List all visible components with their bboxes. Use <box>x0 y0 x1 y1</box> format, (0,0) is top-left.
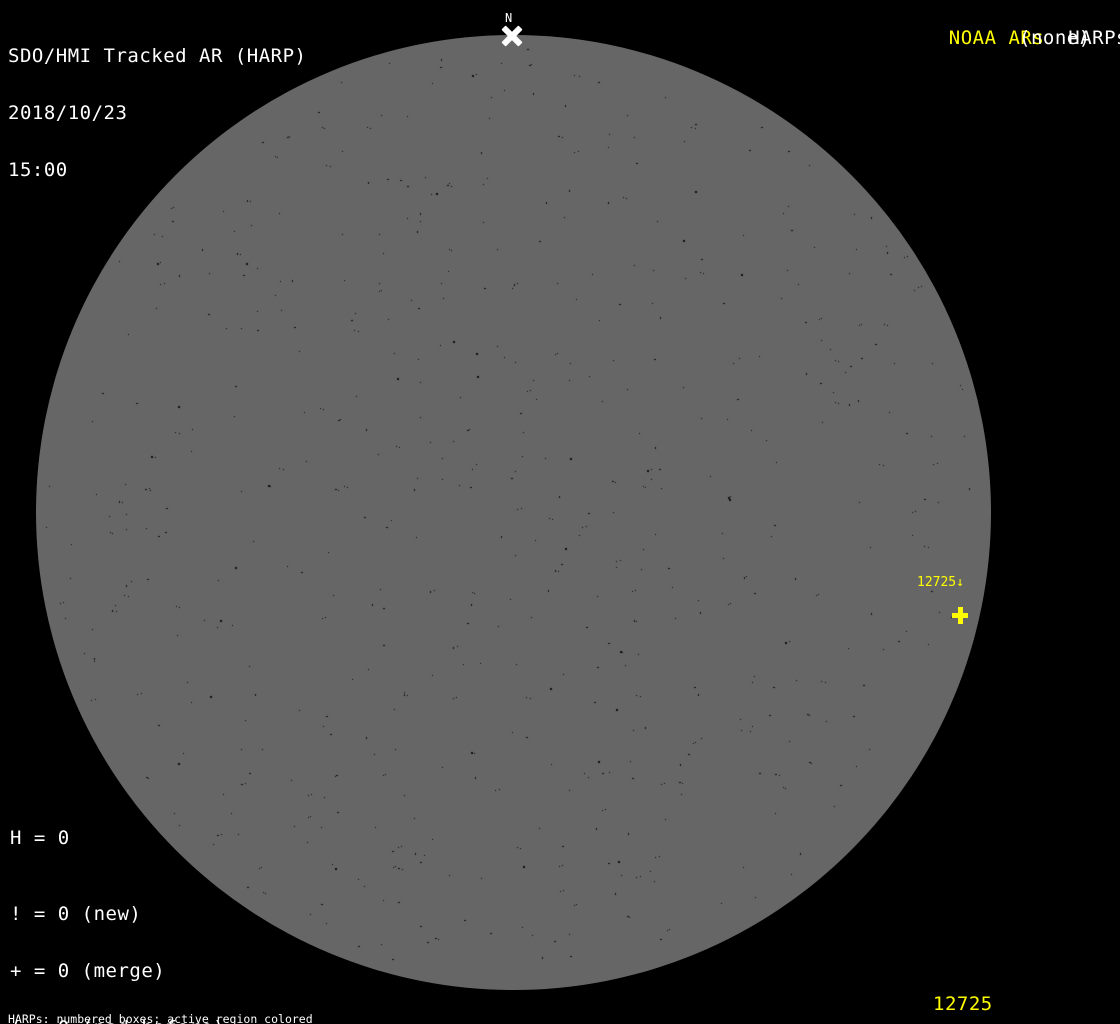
footer-ar-number: 12725 <box>933 995 993 1014</box>
legend-h-count: H = 0 <box>10 829 70 848</box>
legend-entry-merge: + = 0 (merge) <box>10 962 237 981</box>
time-label: 15:00 <box>8 161 306 180</box>
footnotes: HARPs: numbered boxes; active region col… <box>8 989 410 1024</box>
title-block: SDO/HMI Tracked AR (HARP) 2018/10/23 15:… <box>8 9 306 218</box>
harps-value: (none) <box>1019 29 1091 48</box>
footnote-harps: HARPs: numbered boxes; active region col… <box>8 1013 410 1024</box>
cross-vertical-bar <box>958 607 963 624</box>
north-label: N <box>505 12 512 24</box>
solar-disk-view: SDO/HMI Tracked AR (HARP) 2018/10/23 15:… <box>0 0 1120 1024</box>
date-label: 2018/10/23 <box>8 104 306 123</box>
app-title: SDO/HMI Tracked AR (HARP) <box>8 47 306 66</box>
legend-entry-new: ! = 0 (new) <box>10 905 237 924</box>
noaa-ar-label: 12725↓ <box>917 576 964 589</box>
north-pole-x-marker <box>500 24 524 48</box>
